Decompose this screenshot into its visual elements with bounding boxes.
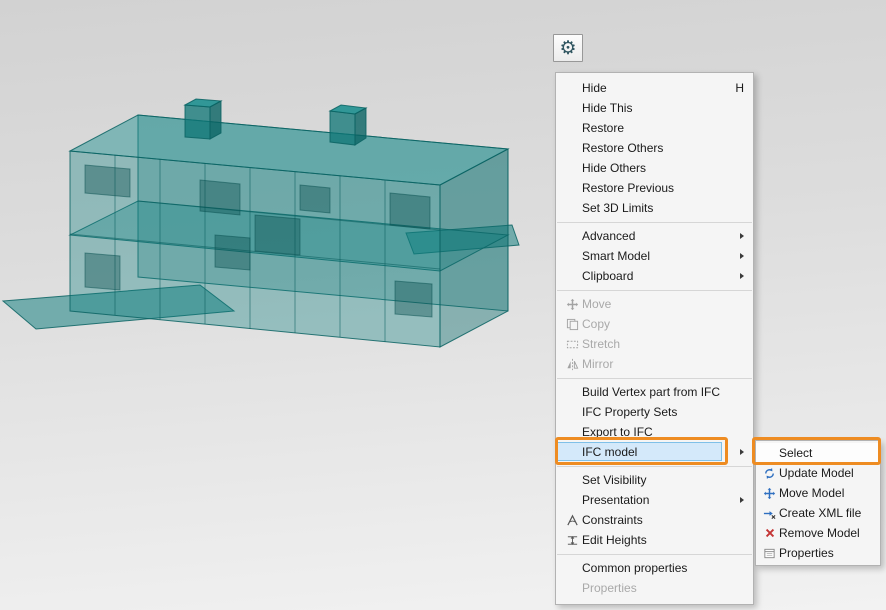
label: Export to IFC [582, 425, 744, 439]
mirror-icon [562, 358, 582, 371]
label: Restore [582, 121, 744, 135]
menu-item-export-to-ifc[interactable]: Export to IFC [556, 422, 753, 442]
menu-item-properties: Properties [556, 578, 753, 598]
submenu-item-remove-model[interactable]: Remove Model [756, 523, 880, 543]
edit-heights-icon [562, 534, 582, 547]
submenu-arrow-icon [740, 253, 744, 259]
label: Set 3D Limits [582, 201, 744, 215]
copy-icon [562, 318, 582, 331]
label: Move Model [779, 486, 874, 500]
label: Clipboard [582, 269, 732, 283]
label: Hide This [582, 101, 744, 115]
properties-icon [760, 547, 779, 560]
label: Stretch [582, 337, 744, 351]
submenu-arrow-icon [740, 233, 744, 239]
shortcut-hint: H [735, 81, 744, 95]
menu-item-hide[interactable]: Hide H [556, 78, 753, 98]
label: Smart Model [582, 249, 732, 263]
constraints-icon [562, 514, 582, 527]
label: IFC Property Sets [582, 405, 744, 419]
menu-item-edit-heights[interactable]: Edit Heights [556, 530, 753, 550]
label: Move [582, 297, 744, 311]
menu-item-common-properties[interactable]: Common properties [556, 558, 753, 578]
submenu-item-update-model[interactable]: Update Model [756, 463, 880, 483]
remove-model-icon [760, 527, 779, 539]
label: Set Visibility [582, 473, 744, 487]
create-xml-icon [760, 507, 779, 520]
stretch-icon [562, 338, 582, 351]
menu-item-stretch: Stretch [556, 334, 753, 354]
label: Restore Previous [582, 181, 744, 195]
submenu-arrow-icon [740, 273, 744, 279]
label: Restore Others [582, 141, 744, 155]
label: Build Vertex part from IFC [582, 385, 744, 399]
label: Hide [582, 81, 725, 95]
label: Remove Model [779, 526, 874, 540]
label: Advanced [582, 229, 732, 243]
menu-item-clipboard[interactable]: Clipboard [556, 266, 753, 286]
menu-separator [557, 378, 752, 379]
submenu-item-move-model[interactable]: Move Model [756, 483, 880, 503]
label: IFC model [582, 445, 732, 459]
menu-item-hide-others[interactable]: Hide Others [556, 158, 753, 178]
label: Presentation [582, 493, 732, 507]
submenu-item-properties[interactable]: Properties [756, 543, 880, 563]
label: Properties [779, 546, 874, 560]
menu-item-constraints[interactable]: Constraints [556, 510, 753, 530]
ifc-model-submenu: Select Update Model Move Model Create XM… [755, 440, 881, 566]
menu-item-restore[interactable]: Restore [556, 118, 753, 138]
3d-building-model[interactable] [0, 85, 520, 377]
label: Copy [582, 317, 744, 331]
menu-item-set-visibility[interactable]: Set Visibility [556, 470, 753, 490]
move-icon [562, 298, 582, 311]
label: Properties [582, 581, 744, 595]
gear-icon: ⚙ [559, 37, 576, 60]
menu-item-restore-previous[interactable]: Restore Previous [556, 178, 753, 198]
label: Update Model [779, 466, 874, 480]
menu-item-ifc-property-sets[interactable]: IFC Property Sets [556, 402, 753, 422]
menu-item-copy: Copy [556, 314, 753, 334]
gear-button[interactable]: ⚙ [553, 34, 583, 62]
menu-item-smart-model[interactable]: Smart Model [556, 246, 753, 266]
label: Constraints [582, 513, 744, 527]
label: Common properties [582, 561, 744, 575]
menu-separator [557, 466, 752, 467]
label: Select [779, 446, 874, 460]
menu-item-build-vertex-part-from-ifc[interactable]: Build Vertex part from IFC [556, 382, 753, 402]
menu-item-ifc-model[interactable]: IFC model [556, 442, 753, 462]
submenu-item-create-xml-file[interactable]: Create XML file [756, 503, 880, 523]
submenu-item-select[interactable]: Select [756, 443, 880, 463]
context-menu: Hide H Hide This Restore Restore Others … [555, 72, 754, 605]
update-model-icon [760, 467, 779, 480]
label: Mirror [582, 357, 744, 371]
submenu-arrow-icon [740, 497, 744, 503]
menu-separator [557, 290, 752, 291]
menu-separator [557, 222, 752, 223]
menu-item-restore-others[interactable]: Restore Others [556, 138, 753, 158]
menu-item-advanced[interactable]: Advanced [556, 226, 753, 246]
menu-item-presentation[interactable]: Presentation [556, 490, 753, 510]
label: Hide Others [582, 161, 744, 175]
menu-item-move: Move [556, 294, 753, 314]
label: Edit Heights [582, 533, 744, 547]
menu-item-mirror: Mirror [556, 354, 753, 374]
label: Create XML file [779, 506, 874, 520]
move-model-icon [760, 487, 779, 500]
menu-item-set-3d-limits[interactable]: Set 3D Limits [556, 198, 753, 218]
submenu-arrow-icon [740, 449, 744, 455]
menu-item-hide-this[interactable]: Hide This [556, 98, 753, 118]
menu-separator [557, 554, 752, 555]
